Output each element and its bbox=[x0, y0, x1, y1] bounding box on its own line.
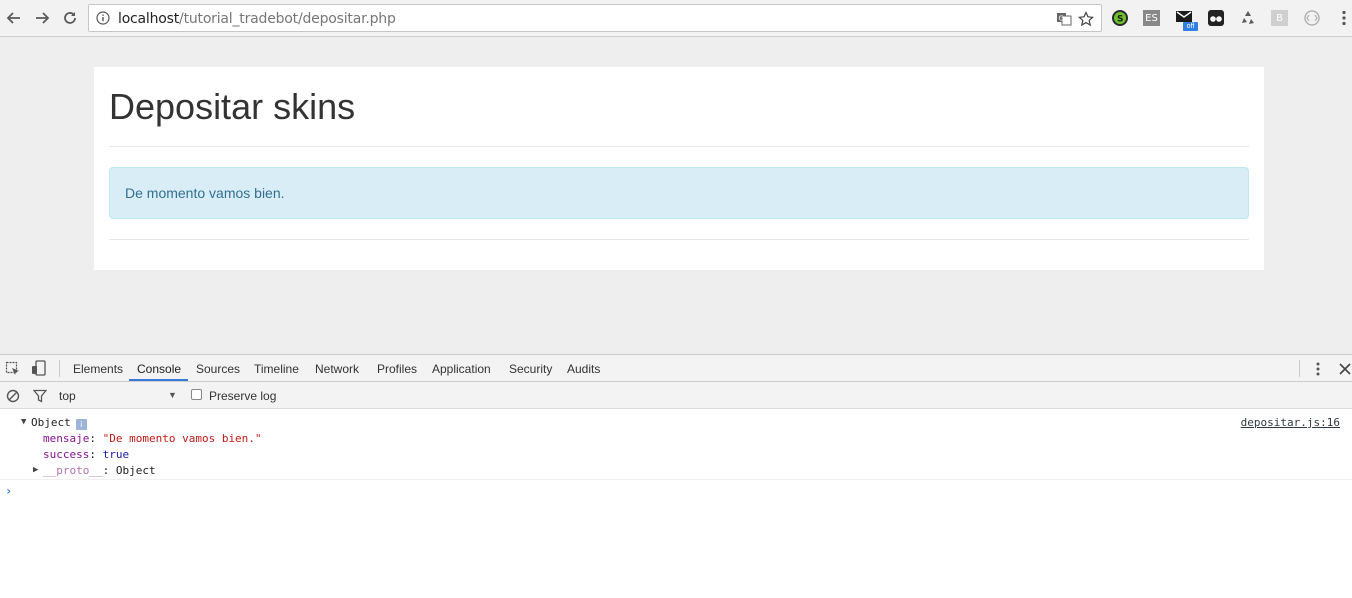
reload-icon[interactable] bbox=[60, 8, 80, 28]
divider-bottom bbox=[109, 239, 1249, 240]
info-alert: De momento vamos bien. bbox=[109, 167, 1249, 219]
alert-message: De momento vamos bien. bbox=[125, 185, 285, 201]
translate-icon[interactable]: G bbox=[1055, 10, 1073, 28]
close-devtools-icon[interactable] bbox=[1337, 361, 1352, 377]
tab-timeline[interactable]: Timeline bbox=[254, 362, 299, 376]
object-header[interactable]: Object i bbox=[31, 416, 87, 430]
object-property: mensaje: "De momento vamos bien." bbox=[43, 432, 262, 445]
browser-menu-icon[interactable] bbox=[1335, 9, 1352, 27]
devtools-menu-icon[interactable] bbox=[1310, 361, 1326, 377]
preserve-log-checkbox[interactable] bbox=[191, 389, 202, 400]
info-badge-icon: i bbox=[75, 419, 87, 430]
preserve-log-label: Preserve log bbox=[209, 389, 277, 403]
clear-console-icon[interactable] bbox=[5, 388, 21, 404]
bookmark-star-icon[interactable] bbox=[1077, 10, 1095, 28]
tab-network[interactable]: Network bbox=[315, 362, 359, 376]
tab-elements[interactable]: Elements bbox=[73, 362, 123, 376]
source-link[interactable]: depositar.js:16 bbox=[1241, 416, 1340, 429]
tab-separator bbox=[59, 360, 60, 377]
tab-profiles[interactable]: Profiles bbox=[377, 362, 417, 376]
extension-es-icon[interactable]: ES bbox=[1143, 10, 1160, 26]
url-path: /tutorial_tradebot/depositar.php bbox=[179, 11, 396, 27]
extension-green-s-icon[interactable]: S bbox=[1111, 9, 1129, 27]
console-filterbar: top ▼ Preserve log bbox=[0, 382, 1352, 409]
console-output: ▼ Object i depositar.js:16 mensaje: "De m… bbox=[0, 410, 1352, 598]
tab-security[interactable]: Security bbox=[509, 362, 552, 376]
tab-console[interactable]: Console bbox=[137, 362, 181, 376]
filter-icon[interactable] bbox=[32, 388, 48, 404]
proto-property[interactable]: __proto__: Object bbox=[43, 464, 156, 477]
extension-b-icon[interactable]: B bbox=[1271, 10, 1288, 26]
tab-sources[interactable]: Sources bbox=[196, 362, 240, 376]
device-toolbar-icon[interactable] bbox=[31, 360, 47, 376]
back-arrow-icon[interactable] bbox=[4, 8, 24, 28]
expanded-triangle-icon[interactable]: ▼ bbox=[21, 417, 26, 427]
address-bar[interactable]: localhost/tutorial_tradebot/depositar.ph… bbox=[88, 4, 1102, 32]
extension-recycle-icon[interactable] bbox=[1239, 9, 1257, 27]
url-text[interactable]: localhost/tutorial_tradebot/depositar.ph… bbox=[118, 11, 396, 27]
tab-application[interactable]: Application bbox=[432, 362, 491, 376]
url-host: localhost bbox=[118, 11, 180, 27]
page-title: Depositar skins bbox=[109, 86, 356, 127]
site-info-icon[interactable] bbox=[96, 11, 110, 25]
console-prompt-icon[interactable]: › bbox=[5, 484, 12, 498]
collapsed-triangle-icon[interactable]: ▶ bbox=[33, 465, 38, 475]
page-viewport: Depositar skins De momento vamos bien. bbox=[0, 37, 1352, 354]
forward-arrow-icon[interactable] bbox=[32, 8, 52, 28]
context-dropdown-arrow-icon[interactable]: ▼ bbox=[168, 390, 177, 400]
devtools-tabbar: Elements Console Sources Timeline Networ… bbox=[0, 355, 1352, 382]
active-tab-indicator bbox=[129, 379, 188, 381]
extension-circle-icon[interactable] bbox=[1303, 9, 1321, 27]
object-property: success: true bbox=[43, 448, 130, 461]
context-select[interactable]: top bbox=[59, 389, 76, 403]
devtools-panel: Elements Console Sources Timeline Networ… bbox=[0, 354, 1352, 598]
console-message: ▼ Object i depositar.js:16 mensaje: "De m… bbox=[0, 410, 1352, 480]
inspect-element-icon[interactable] bbox=[5, 361, 21, 377]
browser-toolbar: localhost/tutorial_tradebot/depositar.ph… bbox=[0, 0, 1352, 37]
tab-audits[interactable]: Audits bbox=[567, 362, 600, 376]
tab-separator bbox=[1299, 360, 1300, 377]
extension-tampermonkey-icon[interactable] bbox=[1207, 9, 1225, 27]
divider-top bbox=[109, 146, 1249, 147]
content-panel: Depositar skins De momento vamos bien. bbox=[94, 67, 1264, 270]
svg-text:G: G bbox=[1059, 15, 1064, 23]
svg-text:S: S bbox=[1117, 15, 1123, 25]
extension-off-badge: off bbox=[1183, 22, 1198, 31]
